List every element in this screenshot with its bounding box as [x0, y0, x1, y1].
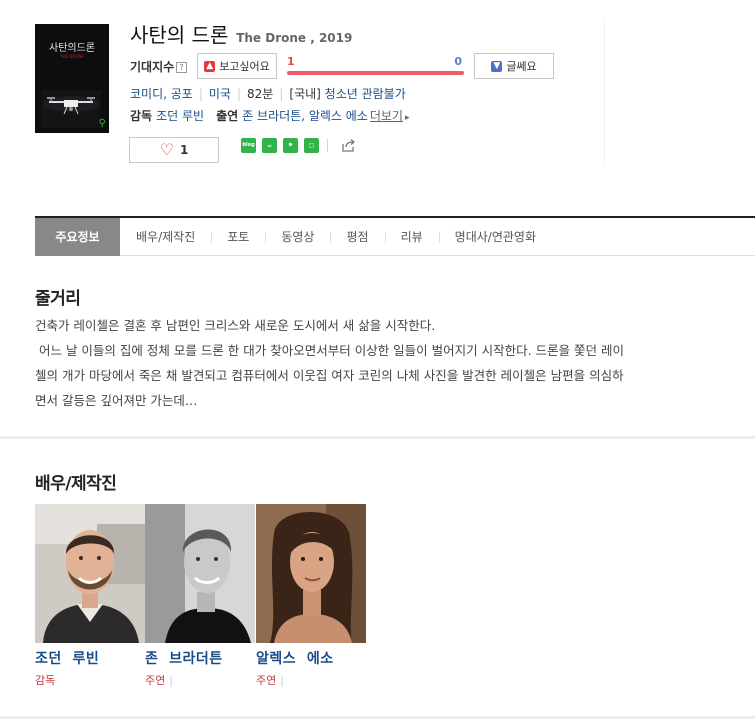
- tab-review[interactable]: 리뷰: [384, 218, 439, 256]
- thumbs-up-icon: ▲: [204, 60, 216, 72]
- share-icon[interactable]: [340, 138, 356, 153]
- expectation-bar-fill: [287, 71, 464, 75]
- cast-role-text: 주연: [145, 674, 166, 687]
- more-link[interactable]: 더보기: [370, 109, 403, 123]
- expectation-bar: 1 0: [287, 55, 464, 77]
- synopsis-line: 건축가 레이첼은 결혼 후 남편인 크리스와 새로운 도시에서 새 삶을 시작한…: [35, 318, 436, 333]
- not-sure-button[interactable]: ▼ 글쎄요: [474, 53, 554, 79]
- cast-role-text: 감독: [35, 674, 56, 687]
- want-count: 1: [287, 55, 295, 68]
- country-link[interactable]: 미국: [209, 87, 231, 101]
- cast-card[interactable]: 알렉스 에소 주연 |: [256, 504, 366, 688]
- nah-count: 0: [454, 55, 462, 68]
- cast-name[interactable]: 조던 루빈: [35, 648, 145, 668]
- expectation-bar-track: [287, 71, 464, 75]
- movie-title-line: 사탄의 드론 The Drone , 2019: [130, 19, 352, 48]
- share-divider: [327, 139, 328, 152]
- expectation-label: 기대지수: [130, 60, 175, 74]
- share-icons: blog ☕ ⚑ ▢: [241, 138, 356, 153]
- movie-title-korean: 사탄의 드론: [130, 23, 229, 47]
- cast-role: 주연 |: [145, 674, 173, 687]
- tab-quotes-related[interactable]: 명대사/연관영화: [438, 218, 552, 256]
- tab-cast-crew[interactable]: 배우/제작진: [120, 218, 211, 256]
- cast-role: 감독: [35, 672, 145, 688]
- movie-poster[interactable]: 사탄의드론 THE DRONE ⚲: [35, 24, 109, 133]
- chevron-right-icon: ▸: [404, 113, 410, 123]
- cast-role-text: 주연: [256, 674, 277, 687]
- tab-video[interactable]: 동영상: [265, 218, 330, 256]
- thumbs-down-icon: ▼: [491, 60, 503, 72]
- genre-link[interactable]: 코미디, 공포: [130, 87, 193, 101]
- director-link[interactable]: 조던 루빈: [156, 109, 204, 123]
- movie-tabs: 주요정보 배우/제작진 포토 동영상 평점 리뷰 명대사/연관영화: [35, 216, 755, 256]
- cast-label: 출연: [216, 109, 239, 123]
- tab-photo[interactable]: 포토: [211, 218, 265, 256]
- cast-card[interactable]: 존 브라더튼 주연 |: [145, 504, 255, 688]
- cast-name[interactable]: 알렉스 에소: [256, 648, 366, 668]
- synopsis-title: 줄거리: [35, 289, 81, 309]
- cast-photo[interactable]: [145, 504, 255, 643]
- poster-title: 사탄의드론: [49, 43, 95, 54]
- want-to-see-button[interactable]: ▲ 보고싶어요: [197, 53, 277, 79]
- cast-section-title: 배우/제작진: [35, 474, 117, 494]
- synopsis-line: 면서 갈등은 깊어져만 가는데…: [35, 393, 198, 408]
- synopsis-line: 어느 날 이들의 집에 정체 모를 드론 한 대가 찾아오면서부터 이상한 일들…: [35, 343, 625, 358]
- drone-illustration: [41, 90, 101, 128]
- rating-prefix: [국내]: [289, 87, 321, 101]
- band-share-icon[interactable]: ▢: [304, 138, 319, 153]
- cast-name[interactable]: 존 브라더튼: [145, 648, 255, 668]
- movie-title-english: The Drone , 2019: [236, 31, 353, 45]
- tab-main-info[interactable]: 주요정보: [35, 218, 120, 256]
- header-divider: [604, 22, 605, 162]
- cast-photo[interactable]: [35, 504, 145, 643]
- director-label: 감독: [130, 109, 153, 123]
- help-icon[interactable]: ?: [176, 62, 188, 73]
- runtime: 82분: [247, 87, 274, 101]
- poster-subtitle: THE DRONE: [60, 54, 84, 59]
- zoom-icon[interactable]: ⚲: [99, 118, 106, 129]
- cast-photo[interactable]: [256, 504, 366, 643]
- like-count: 1: [179, 143, 189, 157]
- cast-card[interactable]: 조던 루빈 감독: [35, 504, 145, 688]
- movie-meta: 코미디, 공포 | 미국 | 82분 | [국내] 청소년 관람불가: [130, 87, 406, 101]
- synopsis-body: 건축가 레이첼은 결혼 후 남편인 크리스와 새로운 도시에서 새 삶을 시작한…: [35, 313, 715, 413]
- rating-link[interactable]: 청소년 관람불가: [325, 87, 406, 101]
- want-to-see-label: 보고싶어요: [219, 60, 270, 73]
- tab-rating[interactable]: 평점: [330, 218, 384, 256]
- blog-share-icon[interactable]: blog: [241, 138, 256, 153]
- synopsis-line: 첼의 개가 마당에서 죽은 채 발견되고 컴퓨터에서 이웃집 여자 코린의 나체…: [35, 368, 624, 383]
- cafe-share-icon[interactable]: ☕: [262, 138, 277, 153]
- credits-line: 감독 조던 루빈 출연 존 브라더튼, 알렉스 에소 더보기 ▸: [130, 107, 410, 124]
- section-divider: [0, 436, 755, 439]
- expectation-label-group: 기대지수?: [130, 58, 188, 75]
- cast-role: 주연 |: [256, 674, 284, 687]
- cast-link[interactable]: 존 브라더튼, 알렉스 에소: [242, 109, 368, 123]
- not-sure-label: 글쎄요: [506, 60, 537, 73]
- heart-icon: ♡: [159, 140, 174, 159]
- like-button[interactable]: ♡ 1: [129, 137, 219, 163]
- bookmark-share-icon[interactable]: ⚑: [283, 138, 298, 153]
